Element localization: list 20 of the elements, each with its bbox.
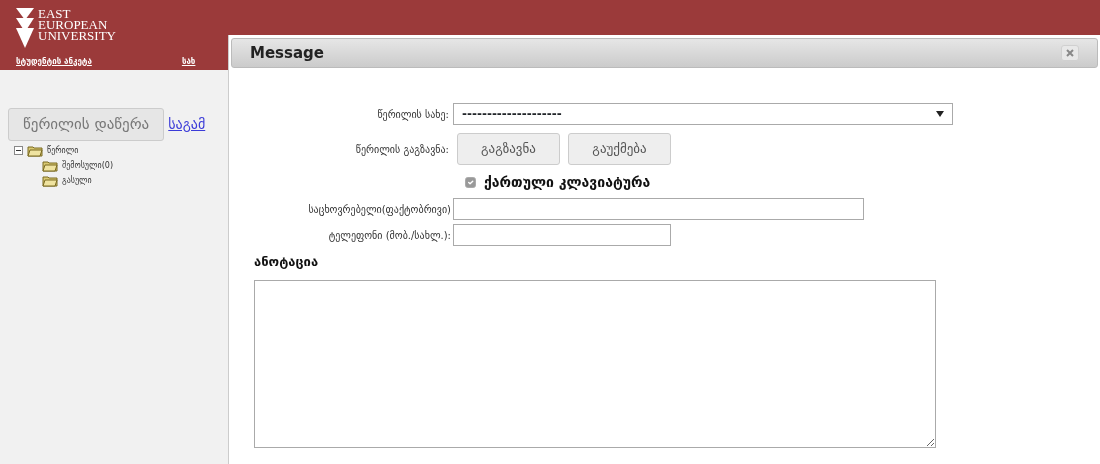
action-button[interactable]: გაგზავნა (457, 133, 560, 165)
nav-link[interactable]: სტუდენტის ანკეტა (16, 56, 92, 68)
nav-link[interactable]: სახ (181, 56, 196, 68)
type-select[interactable]: -------------------- (453, 103, 953, 125)
logo-text: EAST (38, 8, 72, 19)
tree-item[interactable]: წერილი (47, 144, 79, 157)
field-label: წერილის გაგზავნა: (354, 142, 450, 157)
section-heading: ანოტაცია (254, 253, 320, 271)
field-label: საცხოვრებელი(ფაქტობრივი) (307, 202, 452, 217)
action-button[interactable]: გაუქმება (568, 133, 671, 165)
tree-item[interactable]: გასული (62, 174, 92, 187)
logo-text: UNIVERSITY (38, 30, 116, 41)
field-label: წერილის სახე: (376, 107, 450, 122)
dialog-title: Message (250, 42, 324, 64)
tree-item[interactable]: შემოსული(0) (62, 159, 114, 172)
checkbox-label: ქართული კლავიატურა (484, 173, 651, 192)
logo-text: EUROPEAN (38, 19, 109, 30)
link[interactable]: საგამ (168, 113, 206, 135)
field-label: ტელეფონი (მობ./სახლ.): (327, 228, 452, 243)
compose-button[interactable]: წერილის დაწერა (8, 108, 165, 141)
